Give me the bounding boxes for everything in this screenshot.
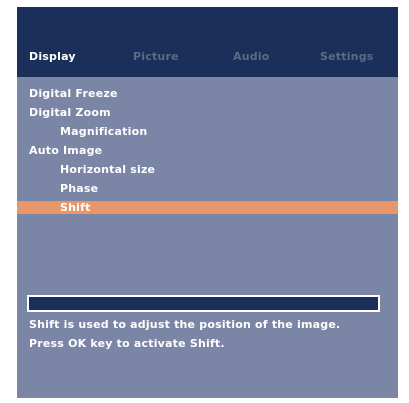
help-text-line-2: Press OK key to activate Shift. [29, 337, 225, 350]
help-text-line-1: Shift is used to adjust the position of … [29, 318, 341, 331]
menu-item-auto-image[interactable]: Auto Image [17, 144, 398, 157]
tab-display[interactable]: Display [29, 50, 76, 64]
menu-item-horizontal-size[interactable]: Horizontal size [17, 163, 398, 176]
osd-menu-panel: Display Picture Audio Settings Digital F… [17, 7, 398, 398]
menu-item-label: Digital Zoom [29, 106, 111, 119]
adjustment-bar[interactable] [27, 295, 380, 312]
tab-picture[interactable]: Picture [133, 50, 179, 64]
menu-item-label: Magnification [60, 125, 148, 138]
menu-item-label: Phase [60, 182, 99, 195]
menu-item-phase[interactable]: Phase [17, 182, 398, 195]
menu-item-digital-zoom[interactable]: Digital Zoom [17, 106, 398, 119]
menu-item-label: Digital Freeze [29, 87, 118, 100]
menu-item-shift[interactable]: Shift [17, 201, 398, 214]
menu-item-label: Horizontal size [60, 163, 156, 176]
menu-item-label: Shift [60, 201, 91, 214]
menu-item-digital-freeze[interactable]: Digital Freeze [17, 87, 398, 100]
tab-audio[interactable]: Audio [233, 50, 270, 64]
menu-item-magnification[interactable]: Magnification [17, 125, 398, 138]
tab-settings[interactable]: Settings [320, 50, 374, 64]
menu-item-label: Auto Image [29, 144, 103, 157]
menu-header: Display Picture Audio Settings [17, 7, 398, 77]
